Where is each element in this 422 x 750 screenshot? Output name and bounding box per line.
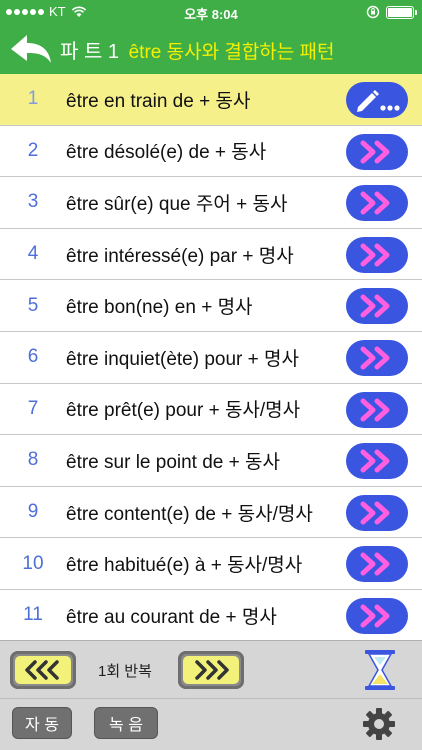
triple-chevron-right-icon (195, 660, 229, 680)
auto-label: 자 동 (25, 717, 59, 734)
double-chevron-icon (360, 604, 390, 628)
header-bar: 파 트 1 être 동사와 결합하는 패턴 (0, 24, 422, 74)
item-text: être désolé(e) de + 동사 (66, 142, 267, 164)
play-button[interactable] (346, 339, 408, 376)
play-button[interactable] (346, 546, 408, 583)
item-text: être inquiet(ète) pour + 명사 (66, 348, 299, 370)
list-item[interactable]: 1 être en train de + 동사 (0, 74, 422, 126)
list-item[interactable]: 8 être sur le point de + 동사 (0, 435, 422, 487)
record-button[interactable]: 녹 음 (94, 707, 158, 739)
settings-button[interactable] (362, 707, 396, 746)
double-chevron-icon (360, 191, 390, 215)
list-item[interactable]: 10 être habitué(e) à + 동사/명사 (0, 538, 422, 590)
title-prefix: 파 트 1 (60, 40, 120, 63)
play-button[interactable] (346, 597, 408, 634)
next-button[interactable] (178, 651, 244, 689)
item-number: 9 (27, 501, 39, 523)
item-text: être sur le point de + 동사 (66, 451, 280, 473)
play-button[interactable] (346, 443, 408, 480)
item-number: 6 (27, 346, 39, 368)
pencil-dots-icon (357, 90, 400, 112)
triple-chevron-left-icon (25, 660, 59, 680)
item-text: être content(e) de + 동사/명사 (66, 503, 313, 525)
list-item[interactable]: 2 être désolé(e) de + 동사 (0, 125, 422, 178)
item-text: être sûr(e) que 주어 + 동사 (66, 193, 288, 215)
page-title: 파 트 1 être 동사와 결합하는 패턴 (60, 35, 335, 64)
double-chevron-icon (360, 552, 390, 576)
previous-button[interactable] (10, 651, 76, 689)
hourglass-icon (365, 650, 395, 690)
item-number: 1 (27, 88, 39, 110)
list-item[interactable]: 11 être au courant de + 명사 (0, 589, 422, 642)
item-number: 8 (27, 449, 39, 471)
list-item[interactable]: 3 être sûr(e) que 주어 + 동사 (0, 177, 422, 229)
player-toolbar: 1회 반복 (0, 640, 422, 698)
timer-button[interactable] (362, 649, 398, 696)
item-text: être habitué(e) à + 동사/명사 (66, 555, 303, 577)
double-chevron-icon (360, 346, 390, 370)
footer-bar: 자 동 녹 음 (0, 698, 422, 750)
item-text: être au courant de + 명사 (66, 606, 277, 628)
double-chevron-icon (360, 398, 390, 422)
title-main: être 동사와 결합하는 패턴 (128, 41, 335, 63)
item-text: être en train de + 동사 (66, 90, 251, 112)
battery-icon (386, 5, 417, 19)
back-arrow-icon (11, 35, 51, 63)
double-chevron-icon (360, 243, 390, 267)
auto-button[interactable]: 자 동 (12, 707, 72, 739)
double-chevron-icon (360, 501, 390, 525)
orientation-lock-icon (366, 5, 380, 19)
repeat-count-label[interactable]: 1회 반복 (98, 660, 152, 681)
double-chevron-icon (360, 294, 390, 318)
double-chevron-icon (360, 140, 390, 164)
phrase-list: 1 être en train de + 동사 2 être désolé(e)… (0, 74, 422, 642)
status-time: 오후 8:04 (184, 7, 238, 22)
item-text: être intéressé(e) par + 명사 (66, 245, 294, 267)
back-button[interactable] (8, 29, 54, 69)
list-item[interactable]: 7 être prêt(e) pour + 동사/명사 (0, 383, 422, 436)
item-number: 2 (27, 139, 39, 161)
play-button[interactable] (346, 391, 408, 428)
item-number: 7 (27, 397, 39, 419)
list-item[interactable]: 5 être bon(ne) en + 명사 (0, 280, 422, 332)
play-button[interactable] (346, 288, 408, 325)
double-chevron-icon (360, 449, 390, 473)
item-text: être bon(ne) en + 명사 (66, 297, 253, 319)
play-button[interactable] (346, 494, 408, 531)
play-button[interactable] (346, 133, 408, 170)
edit-button[interactable] (346, 82, 408, 118)
item-number: 5 (27, 294, 39, 316)
item-number: 4 (27, 243, 39, 265)
play-button[interactable] (346, 236, 408, 273)
gear-icon (363, 708, 395, 740)
item-number: 3 (27, 191, 39, 213)
item-text: être prêt(e) pour + 동사/명사 (66, 400, 301, 422)
list-item[interactable]: 6 être inquiet(ète) pour + 명사 (0, 331, 422, 384)
list-item[interactable]: 4 être intéressé(e) par + 명사 (0, 228, 422, 281)
status-bar: KT 오후 8:04 (0, 0, 422, 24)
item-number: 10 (22, 552, 44, 574)
play-button[interactable] (346, 185, 408, 222)
record-label: 녹 음 (109, 717, 143, 734)
item-number: 11 (23, 604, 43, 626)
list-item[interactable]: 9 être content(e) de + 동사/명사 (0, 486, 422, 539)
status-right (366, 5, 417, 19)
